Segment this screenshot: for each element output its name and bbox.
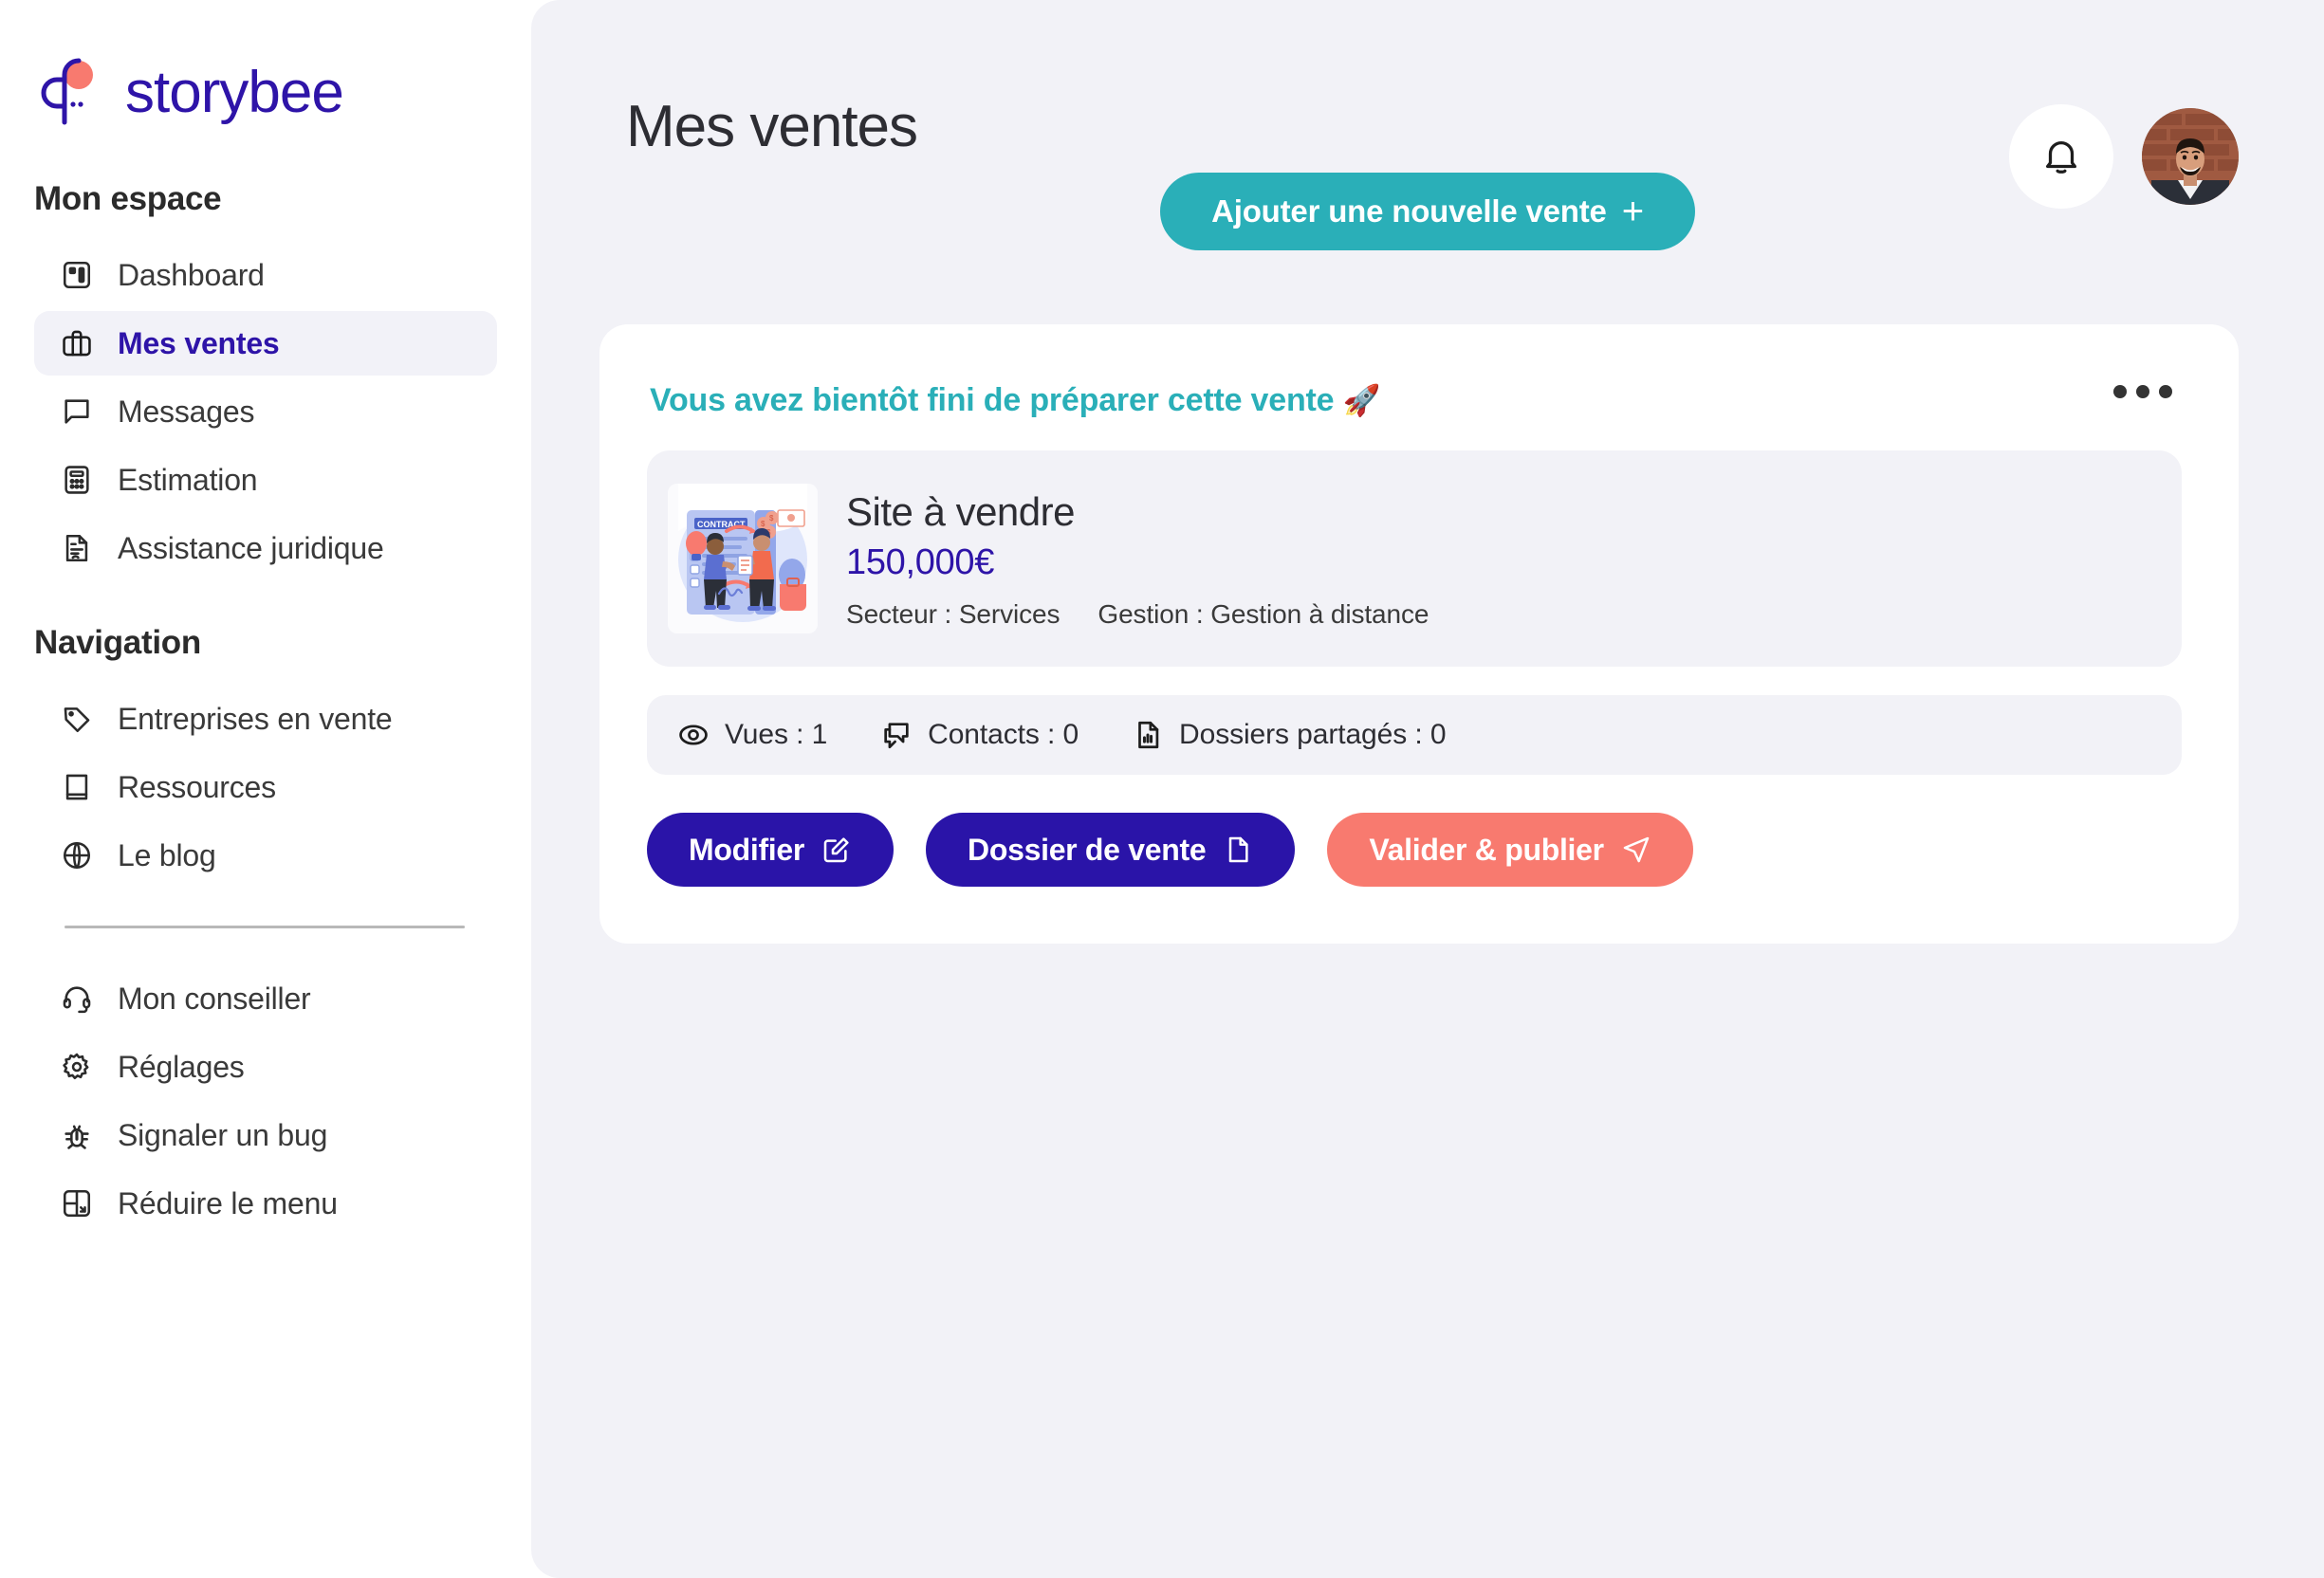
topbar-actions — [2009, 95, 2239, 209]
listing-info: Site à vendre 150,000€ Secteur : Service… — [846, 487, 1429, 630]
validate-and-publish-label: Valider & publier — [1369, 832, 1604, 867]
file-chart-icon — [1132, 719, 1164, 751]
sidebar-item-assistance-juridique[interactable]: Assistance juridique — [34, 516, 497, 580]
sidebar-item-label: Estimation — [118, 463, 258, 497]
sale-card-header: Vous avez bientôt fini de préparer cette… — [647, 382, 2182, 418]
legal-document-icon — [59, 530, 95, 566]
sidebar-nav-mon-espace: Dashboard Mes ventes Messages Estimation… — [0, 243, 531, 580]
edit-icon — [821, 835, 852, 865]
sidebar-item-label: Signaler un bug — [118, 1118, 328, 1152]
sidebar-divider — [65, 926, 465, 928]
chat-bubble-icon — [59, 394, 95, 430]
gear-icon — [59, 1049, 95, 1085]
more-options-icon — [2136, 385, 2149, 398]
more-options-button[interactable] — [2108, 376, 2178, 408]
listing-title: Site à vendre — [846, 489, 1076, 535]
brand-logo[interactable]: storybee — [0, 49, 531, 137]
file-icon — [1223, 835, 1253, 865]
dashboard-icon — [59, 257, 95, 293]
sidebar-item-label: Le blog — [118, 838, 216, 872]
listing-price: 150,000€ — [846, 541, 995, 582]
eye-icon — [677, 719, 710, 751]
notification-bell-icon — [2039, 134, 2083, 180]
listing-stats-bar: Vues : 1 Contacts : 0 Dossiers partagés … — [647, 695, 2182, 776]
topbar: Mes ventes — [531, 0, 2324, 209]
calculator-icon — [59, 462, 95, 498]
sale-status-text: Vous avez bientôt fini de préparer cette… — [650, 382, 1335, 418]
contract-illustration: CONTRACT $ $ — [668, 484, 818, 634]
sidebar-item-le-blog[interactable]: Le blog — [34, 823, 497, 888]
sale-card-actions: Modifier Dossier de vente Valider & publ… — [647, 813, 2182, 888]
stat-views-label: Vues : 1 — [725, 719, 828, 751]
sidebar-item-label: Entreprises en vente — [118, 702, 393, 736]
edit-sale-button[interactable]: Modifier — [647, 813, 895, 888]
svg-text:$: $ — [761, 520, 765, 528]
sidebar-item-estimation[interactable]: Estimation — [34, 448, 497, 512]
stat-shared-files-label: Dossiers partagés : 0 — [1179, 719, 1447, 751]
sidebar-item-reduire-le-menu[interactable]: Réduire le menu — [34, 1171, 497, 1236]
listing-meta-management: Gestion : Gestion à distance — [1097, 599, 1429, 630]
listing-meta: Secteur : Services Gestion : Gestion à d… — [846, 599, 1429, 630]
chat-icon — [880, 719, 913, 751]
sale-status-message: Vous avez bientôt fini de préparer cette… — [647, 382, 1381, 418]
more-options-icon — [2113, 385, 2127, 398]
sidebar-item-label: Réduire le menu — [118, 1186, 338, 1220]
globe-icon — [59, 837, 95, 873]
sidebar-item-entreprises-en-vente[interactable]: Entreprises en vente — [34, 687, 497, 751]
sidebar-item-label: Mon conseiller — [118, 982, 311, 1016]
sidebar-item-label: Ressources — [118, 770, 276, 804]
edit-sale-label: Modifier — [689, 832, 805, 867]
stat-contacts-label: Contacts : 0 — [928, 719, 1079, 751]
sidebar-item-label: Dashboard — [118, 258, 265, 292]
sidebar-item-mes-ventes[interactable]: Mes ventes — [34, 311, 497, 376]
stat-contacts: Contacts : 0 — [880, 719, 1079, 751]
rocket-icon: 🚀 — [1342, 383, 1381, 417]
sale-dossier-button[interactable]: Dossier de vente — [926, 813, 1296, 888]
stat-views: Vues : 1 — [677, 719, 827, 751]
sidebar-item-label: Mes ventes — [118, 326, 280, 360]
briefcase-icon — [59, 325, 95, 361]
sidebar-section-title-navigation: Navigation — [34, 624, 201, 661]
collapse-menu-icon — [59, 1185, 95, 1221]
book-icon — [59, 769, 95, 805]
add-new-sale-button[interactable]: Ajouter une nouvelle vente + — [1160, 173, 1695, 250]
avatar[interactable] — [2142, 108, 2239, 205]
sidebar-item-ressources[interactable]: Ressources — [34, 755, 497, 819]
send-icon — [1621, 835, 1651, 865]
app-root: storybee Mon espace Dashboard Mes ventes… — [0, 0, 2324, 1578]
sidebar-item-label: Réglages — [118, 1050, 245, 1084]
sidebar-item-signaler-un-bug[interactable]: Signaler un bug — [34, 1103, 497, 1167]
sidebar-nav-bottom: Mon conseiller Réglages Signaler un bug … — [0, 966, 531, 1236]
sidebar-item-reglages[interactable]: Réglages — [34, 1035, 497, 1099]
page-title: Mes ventes — [626, 94, 918, 159]
tag-icon — [59, 701, 95, 737]
sidebar-item-label: Messages — [118, 394, 255, 429]
add-new-sale-label: Ajouter une nouvelle vente — [1211, 193, 1607, 229]
storybee-logo-icon — [34, 56, 108, 130]
brand-name: storybee — [125, 60, 344, 125]
sidebar-item-messages[interactable]: Messages — [34, 379, 497, 444]
sale-dossier-label: Dossier de vente — [968, 832, 1207, 867]
stat-shared-files: Dossiers partagés : 0 — [1132, 719, 1447, 751]
sidebar-section-title-mon-espace: Mon espace — [34, 180, 222, 217]
listing-row[interactable]: CONTRACT $ $ Site à vendre 150,000€ Sect… — [647, 450, 2182, 668]
sidebar-nav-navigation: Entreprises en vente Ressources Le blog — [0, 687, 531, 888]
headset-icon — [59, 981, 95, 1017]
more-options-icon — [2159, 385, 2172, 398]
validate-and-publish-button[interactable]: Valider & publier — [1327, 813, 1693, 888]
svg-text:$: $ — [769, 514, 774, 523]
sale-card: Vous avez bientôt fini de préparer cette… — [599, 324, 2239, 945]
listing-meta-sector: Secteur : Services — [846, 599, 1061, 630]
sidebar: storybee Mon espace Dashboard Mes ventes… — [0, 0, 531, 1578]
main-content: Mes ventes Ajouter une nouvelle vente + … — [531, 0, 2324, 1578]
plus-icon: + — [1621, 191, 1644, 232]
sidebar-item-label: Assistance juridique — [118, 531, 384, 565]
bug-icon — [59, 1117, 95, 1153]
sidebar-item-dashboard[interactable]: Dashboard — [34, 243, 497, 307]
notification-bell-button[interactable] — [2009, 104, 2113, 209]
sidebar-item-mon-conseiller[interactable]: Mon conseiller — [34, 966, 497, 1031]
